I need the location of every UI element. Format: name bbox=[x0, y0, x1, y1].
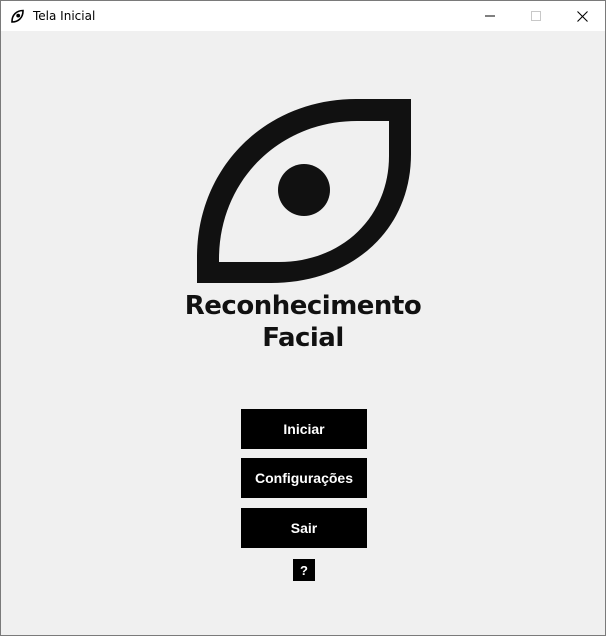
settings-button[interactable]: Configurações bbox=[241, 458, 367, 498]
maximize-icon bbox=[531, 11, 541, 21]
close-button[interactable] bbox=[559, 1, 605, 31]
maximize-button[interactable] bbox=[513, 1, 559, 31]
eye-app-icon bbox=[11, 9, 24, 23]
minimize-button[interactable] bbox=[467, 1, 513, 31]
app-title-line1: Reconhecimento bbox=[184, 291, 422, 321]
exit-button[interactable]: Sair bbox=[241, 508, 367, 548]
start-button[interactable]: Iniciar bbox=[241, 409, 367, 449]
main-window: Tela Inicial Reconhecimento Facial Inici… bbox=[0, 0, 606, 636]
minimize-icon bbox=[485, 15, 495, 17]
window-title: Tela Inicial bbox=[33, 9, 96, 23]
app-title-line2: Facial bbox=[262, 323, 344, 353]
title-bar[interactable]: Tela Inicial bbox=[1, 1, 605, 31]
eye-leaf-icon bbox=[197, 99, 411, 283]
help-button[interactable]: ? bbox=[293, 559, 315, 581]
app-title: Reconhecimento Facial bbox=[1, 290, 605, 354]
close-icon bbox=[576, 10, 588, 22]
